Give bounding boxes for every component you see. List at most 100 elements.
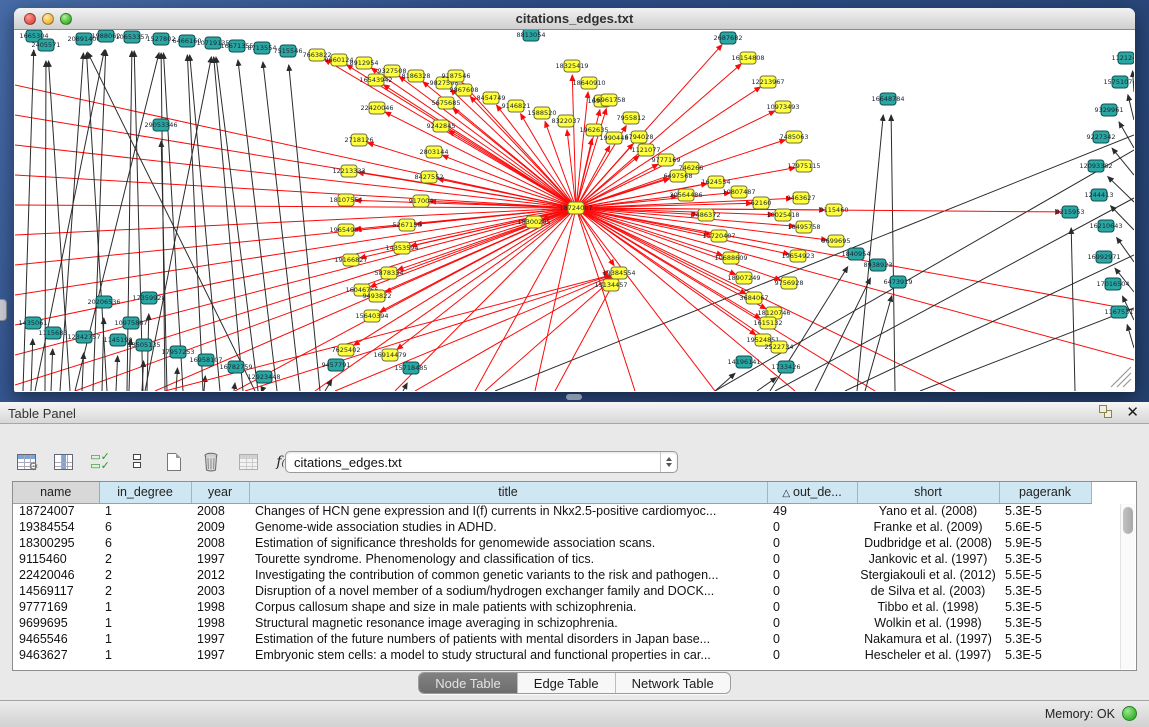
- network-node[interactable]: 10025418: [766, 209, 799, 221]
- network-node[interactable]: 12213967: [751, 76, 784, 88]
- network-node[interactable]: 19384554: [602, 267, 635, 279]
- delete-column-icon[interactable]: [199, 450, 223, 474]
- network-node[interactable]: 18907249: [727, 272, 760, 284]
- tab-edge-table[interactable]: Edge Table: [518, 673, 616, 693]
- cell-title[interactable]: Changes of HCN gene expression and I(f) …: [249, 503, 767, 519]
- cell-year[interactable]: 1998: [191, 599, 249, 615]
- network-node[interactable]: 9227342: [1087, 131, 1116, 143]
- column-header-in_degree[interactable]: in_degree: [99, 482, 191, 503]
- network-node[interactable]: 3684067: [740, 292, 769, 304]
- network-node[interactable]: 9777169: [652, 154, 681, 166]
- network-node[interactable]: 1435061: [19, 317, 48, 329]
- cell-title[interactable]: Corpus callosum shape and size in male p…: [249, 599, 767, 615]
- table-row[interactable]: 977716911998Corpus callosum shape and si…: [13, 599, 1091, 615]
- cell-out_degree[interactable]: 0: [767, 647, 857, 663]
- network-node[interactable]: 6497568: [664, 170, 693, 182]
- cell-title[interactable]: Embryonic stem cells: a model to study s…: [249, 647, 767, 663]
- network-node[interactable]: 917004: [409, 195, 434, 207]
- cell-short[interactable]: Jankovic et al. (1997): [857, 551, 999, 567]
- close-panel-icon[interactable]: ✕: [1126, 405, 1139, 420]
- network-node[interactable]: 1615132: [754, 317, 783, 329]
- cell-in_degree[interactable]: 1: [99, 599, 191, 615]
- cell-short[interactable]: Yano et al. (2008): [857, 503, 999, 519]
- cell-in_degree[interactable]: 2: [99, 551, 191, 567]
- network-node[interactable]: 16782759: [219, 361, 252, 373]
- tab-node-table[interactable]: Node Table: [419, 673, 518, 693]
- cell-pagerank[interactable]: 5.3E-5: [999, 615, 1091, 631]
- network-node[interactable]: 17359928: [132, 292, 165, 304]
- network-node[interactable]: 16648784: [871, 93, 904, 105]
- cell-out_degree[interactable]: 0: [767, 599, 857, 615]
- memory-ok-indicator[interactable]: [1122, 706, 1137, 721]
- scrollbar-thumb[interactable]: [1123, 507, 1133, 534]
- cell-name[interactable]: 14569117: [13, 583, 99, 599]
- network-node[interactable]: 16210643: [1089, 220, 1122, 232]
- cell-year[interactable]: 2009: [191, 519, 249, 535]
- cell-pagerank[interactable]: 5.9E-5: [999, 535, 1091, 551]
- cell-out_degree[interactable]: 0: [767, 519, 857, 535]
- cell-out_degree[interactable]: 0: [767, 551, 857, 567]
- cell-title[interactable]: Estimation of the future numbers of pati…: [249, 631, 767, 647]
- network-node[interactable]: 15751074: [1103, 76, 1134, 88]
- cell-year[interactable]: 1997: [191, 631, 249, 647]
- cell-out_degree[interactable]: 0: [767, 567, 857, 583]
- network-node[interactable]: 5878334: [375, 267, 404, 279]
- network-node[interactable]: 9329961: [1095, 104, 1124, 116]
- network-node[interactable]: 22420046: [360, 102, 393, 114]
- network-node[interactable]: 10807487: [722, 186, 755, 198]
- network-window-titlebar[interactable]: citations_edges.txt: [14, 8, 1135, 30]
- cell-title[interactable]: Estimation of significance thresholds fo…: [249, 535, 767, 551]
- table-row[interactable]: 1872400712008Changes of HCN gene express…: [13, 503, 1091, 519]
- network-node[interactable]: 7515546: [274, 45, 303, 57]
- network-node[interactable]: 18107554: [329, 194, 362, 206]
- cell-name[interactable]: 18300295: [13, 535, 99, 551]
- network-node[interactable]: 1527802: [147, 33, 176, 45]
- new-column-icon[interactable]: [162, 450, 186, 474]
- table-scrollbar[interactable]: [1120, 504, 1135, 669]
- network-node[interactable]: 7625402: [332, 344, 361, 356]
- cell-name[interactable]: 19384554: [13, 519, 99, 535]
- network-node[interactable]: 16154808: [731, 52, 764, 64]
- network-node[interactable]: 8813054: [517, 30, 546, 41]
- cell-out_degree[interactable]: 0: [767, 583, 857, 599]
- network-node[interactable]: 20206536: [87, 296, 120, 308]
- network-node[interactable]: 8938923: [864, 259, 893, 271]
- cell-short[interactable]: de Silva et al. (2003): [857, 583, 999, 599]
- cell-year[interactable]: 2003: [191, 583, 249, 599]
- network-node[interactable]: 19654923: [781, 250, 814, 262]
- network-node[interactable]: 9146821: [502, 100, 531, 112]
- panel-collapse-notch[interactable]: [0, 299, 7, 321]
- network-node[interactable]: 18325419: [555, 60, 588, 72]
- column-header-year[interactable]: year: [191, 482, 249, 503]
- network-node[interactable]: 1840954: [842, 248, 871, 260]
- network-node[interactable]: 15134457: [594, 279, 627, 291]
- network-node[interactable]: 8322037: [552, 115, 581, 127]
- cell-in_degree[interactable]: 1: [99, 631, 191, 647]
- network-node[interactable]: 19654985: [329, 224, 362, 236]
- network-node[interactable]: 5267150: [393, 219, 422, 231]
- network-node[interactable]: 2522734: [765, 341, 794, 353]
- network-node[interactable]: 7485063: [780, 131, 809, 143]
- cell-title[interactable]: Disruption of a novel member of a sodium…: [249, 583, 767, 599]
- cell-name[interactable]: 9777169: [13, 599, 99, 615]
- cell-in_degree[interactable]: 1: [99, 647, 191, 663]
- network-node[interactable]: 18640910: [572, 77, 605, 89]
- table-row[interactable]: 1938455462009Genome-wide association stu…: [13, 519, 1091, 535]
- network-node[interactable]: 1244413: [1085, 189, 1114, 201]
- cell-pagerank[interactable]: 5.5E-5: [999, 567, 1091, 583]
- cell-short[interactable]: Franke et al. (2009): [857, 519, 999, 535]
- cell-name[interactable]: 9465546: [13, 631, 99, 647]
- network-node[interactable]: 14196141: [727, 356, 760, 368]
- network-node[interactable]: 2867608: [450, 84, 479, 96]
- cell-short[interactable]: Dudbridge et al. (2008): [857, 535, 999, 551]
- network-node[interactable]: 8186328: [402, 70, 431, 82]
- cell-pagerank[interactable]: 5.3E-5: [999, 551, 1091, 567]
- cell-name[interactable]: 9115460: [13, 551, 99, 567]
- table-row[interactable]: 911546021997Tourette syndrome. Phenomeno…: [13, 551, 1091, 567]
- column-header-out_degree[interactable]: △out_de...: [767, 482, 857, 503]
- column-header-title[interactable]: title: [249, 482, 767, 503]
- citation-network-graph[interactable]: 1872400719384554766382296601248912954165…: [15, 30, 1134, 391]
- table-row[interactable]: 2242004622012Investigating the contribut…: [13, 567, 1091, 583]
- cell-pagerank[interactable]: 5.6E-5: [999, 519, 1091, 535]
- cell-out_degree[interactable]: 0: [767, 631, 857, 647]
